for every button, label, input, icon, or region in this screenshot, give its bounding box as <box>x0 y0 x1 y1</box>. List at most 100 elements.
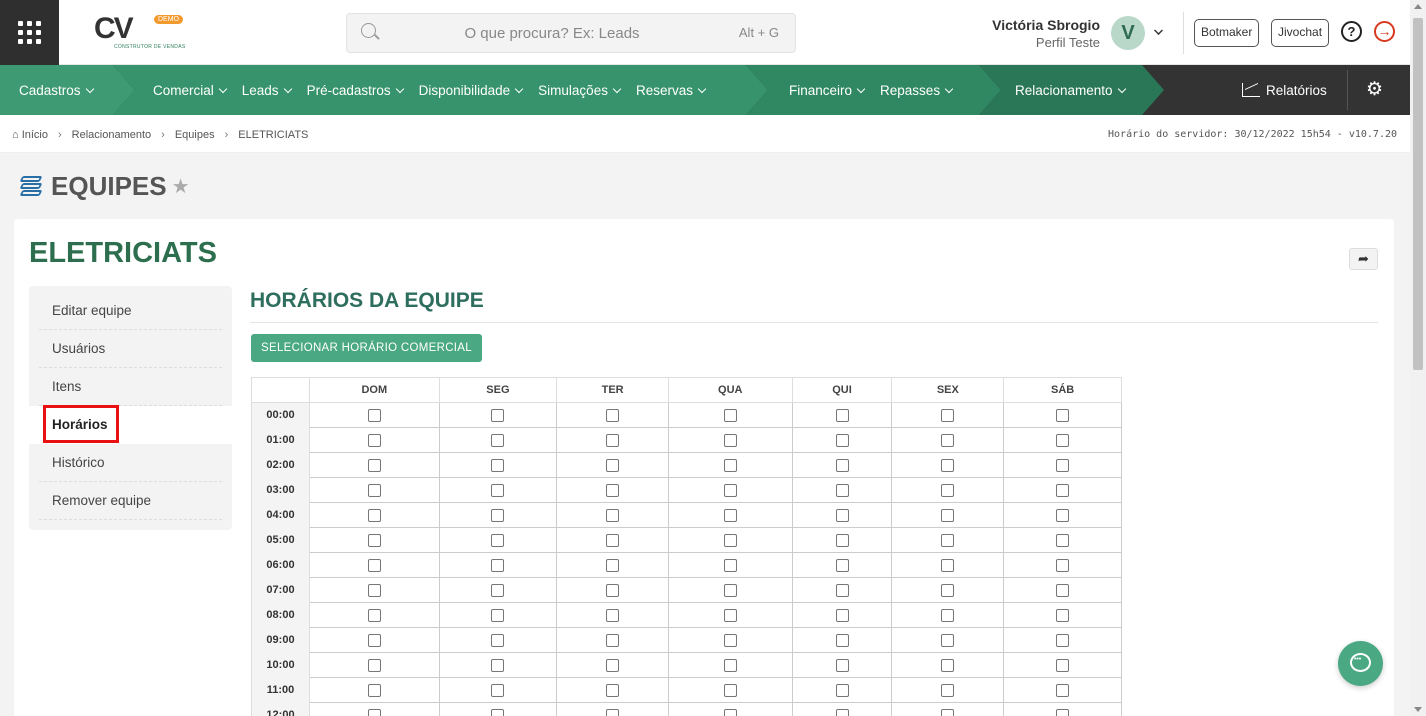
hour-checkbox[interactable] <box>367 458 381 472</box>
hour-checkbox[interactable] <box>835 558 849 572</box>
hour-checkbox[interactable] <box>835 533 849 547</box>
hour-checkbox[interactable] <box>723 408 737 422</box>
hour-checkbox[interactable] <box>723 483 737 497</box>
search-box[interactable]: Alt + G <box>346 13 796 53</box>
gear-icon[interactable]: ⚙ <box>1366 78 1383 101</box>
hour-checkbox[interactable] <box>491 608 505 622</box>
hour-checkbox[interactable] <box>1056 458 1070 472</box>
hour-checkbox[interactable] <box>941 608 955 622</box>
hour-checkbox[interactable] <box>606 558 620 572</box>
hour-checkbox[interactable] <box>723 508 737 522</box>
hour-checkbox[interactable] <box>1056 683 1070 697</box>
hour-checkbox[interactable] <box>606 533 620 547</box>
hour-checkbox[interactable] <box>723 658 737 672</box>
hour-checkbox[interactable] <box>941 683 955 697</box>
hour-checkbox[interactable] <box>491 508 505 522</box>
breadcrumb-equipes[interactable]: Equipes <box>175 129 215 141</box>
hour-checkbox[interactable] <box>606 408 620 422</box>
hour-checkbox[interactable] <box>941 583 955 597</box>
hour-checkbox[interactable] <box>835 508 849 522</box>
hour-checkbox[interactable] <box>367 633 381 647</box>
hour-checkbox[interactable] <box>1056 483 1070 497</box>
nav-item-repasses[interactable]: Repasses <box>880 83 952 98</box>
hour-checkbox[interactable] <box>606 633 620 647</box>
nav-item-cadastros[interactable]: Cadastros <box>19 83 93 98</box>
hour-checkbox[interactable] <box>606 608 620 622</box>
hour-checkbox[interactable] <box>367 608 381 622</box>
hour-checkbox[interactable] <box>1056 408 1070 422</box>
hour-checkbox[interactable] <box>367 583 381 597</box>
hour-checkbox[interactable] <box>835 608 849 622</box>
hour-checkbox[interactable] <box>491 583 505 597</box>
hour-checkbox[interactable] <box>835 483 849 497</box>
hour-checkbox[interactable] <box>723 633 737 647</box>
hour-checkbox[interactable] <box>606 583 620 597</box>
logo[interactable]: CV DEMO CONSTRUTOR DE VENDAS <box>90 12 190 54</box>
hour-checkbox[interactable] <box>835 708 849 716</box>
commercial-hours-button[interactable]: SELECIONAR HORÁRIO COMERCIAL <box>251 334 482 362</box>
avatar[interactable]: V <box>1111 16 1145 50</box>
help-icon[interactable]: ? <box>1341 21 1362 42</box>
logout-icon[interactable]: → <box>1374 21 1395 42</box>
hour-checkbox[interactable] <box>1056 708 1070 716</box>
nav-item-pre-cadastros[interactable]: Pré-cadastros <box>307 83 403 98</box>
hour-checkbox[interactable] <box>835 658 849 672</box>
hour-checkbox[interactable] <box>941 458 955 472</box>
chevron-down-icon[interactable] <box>1154 26 1163 35</box>
hour-checkbox[interactable] <box>367 433 381 447</box>
hour-checkbox[interactable] <box>835 433 849 447</box>
hour-checkbox[interactable] <box>606 658 620 672</box>
scroll-up-icon[interactable] <box>1414 4 1422 9</box>
hour-checkbox[interactable] <box>835 583 849 597</box>
hour-checkbox[interactable] <box>606 708 620 716</box>
hour-checkbox[interactable] <box>835 458 849 472</box>
jivochat-button[interactable]: Jivochat <box>1271 19 1330 47</box>
hour-checkbox[interactable] <box>941 558 955 572</box>
hour-checkbox[interactable] <box>1056 558 1070 572</box>
share-icon[interactable]: ➦ <box>1349 248 1378 270</box>
menu-horarios[interactable]: Horários <box>29 405 232 444</box>
nav-item-disponibilidade[interactable]: Disponibilidade <box>419 83 523 98</box>
hour-checkbox[interactable] <box>367 708 381 716</box>
hour-checkbox[interactable] <box>367 533 381 547</box>
hour-checkbox[interactable] <box>1056 508 1070 522</box>
hour-checkbox[interactable] <box>1056 433 1070 447</box>
hour-checkbox[interactable] <box>835 408 849 422</box>
search-input[interactable] <box>387 20 717 46</box>
hour-checkbox[interactable] <box>941 408 955 422</box>
breadcrumb-relacionamento[interactable]: Relacionamento <box>72 129 152 141</box>
hour-checkbox[interactable] <box>835 683 849 697</box>
scrollbar-thumb[interactable] <box>1413 18 1423 370</box>
hour-checkbox[interactable] <box>367 558 381 572</box>
hour-checkbox[interactable] <box>835 633 849 647</box>
hour-checkbox[interactable] <box>941 433 955 447</box>
hour-checkbox[interactable] <box>491 708 505 716</box>
hour-checkbox[interactable] <box>1056 608 1070 622</box>
hour-checkbox[interactable] <box>367 508 381 522</box>
nav-item-reservas[interactable]: Reservas <box>636 83 705 98</box>
hour-checkbox[interactable] <box>606 433 620 447</box>
hour-checkbox[interactable] <box>367 483 381 497</box>
hour-checkbox[interactable] <box>367 658 381 672</box>
hour-checkbox[interactable] <box>723 608 737 622</box>
hour-checkbox[interactable] <box>491 458 505 472</box>
hour-checkbox[interactable] <box>941 708 955 716</box>
hour-checkbox[interactable] <box>491 533 505 547</box>
hour-checkbox[interactable] <box>941 483 955 497</box>
scrollbar[interactable] <box>1410 0 1426 716</box>
hour-checkbox[interactable] <box>723 583 737 597</box>
menu-remover-equipe[interactable]: Remover equipe <box>39 482 222 520</box>
nav-item-relacionamento[interactable]: Relacionamento <box>1015 83 1125 98</box>
hour-checkbox[interactable] <box>941 658 955 672</box>
star-icon[interactable]: ★ <box>172 174 190 199</box>
hour-checkbox[interactable] <box>723 458 737 472</box>
nav-item-comercial[interactable]: Comercial <box>153 83 226 98</box>
menu-historico[interactable]: Histórico <box>39 444 222 482</box>
reports-link[interactable]: Relatórios <box>1242 81 1327 98</box>
scroll-down-icon[interactable] <box>1414 707 1422 712</box>
hour-checkbox[interactable] <box>606 683 620 697</box>
hour-checkbox[interactable] <box>491 408 505 422</box>
breadcrumb-inicio[interactable]: Início <box>22 129 48 141</box>
hour-checkbox[interactable] <box>723 708 737 716</box>
hour-checkbox[interactable] <box>606 508 620 522</box>
